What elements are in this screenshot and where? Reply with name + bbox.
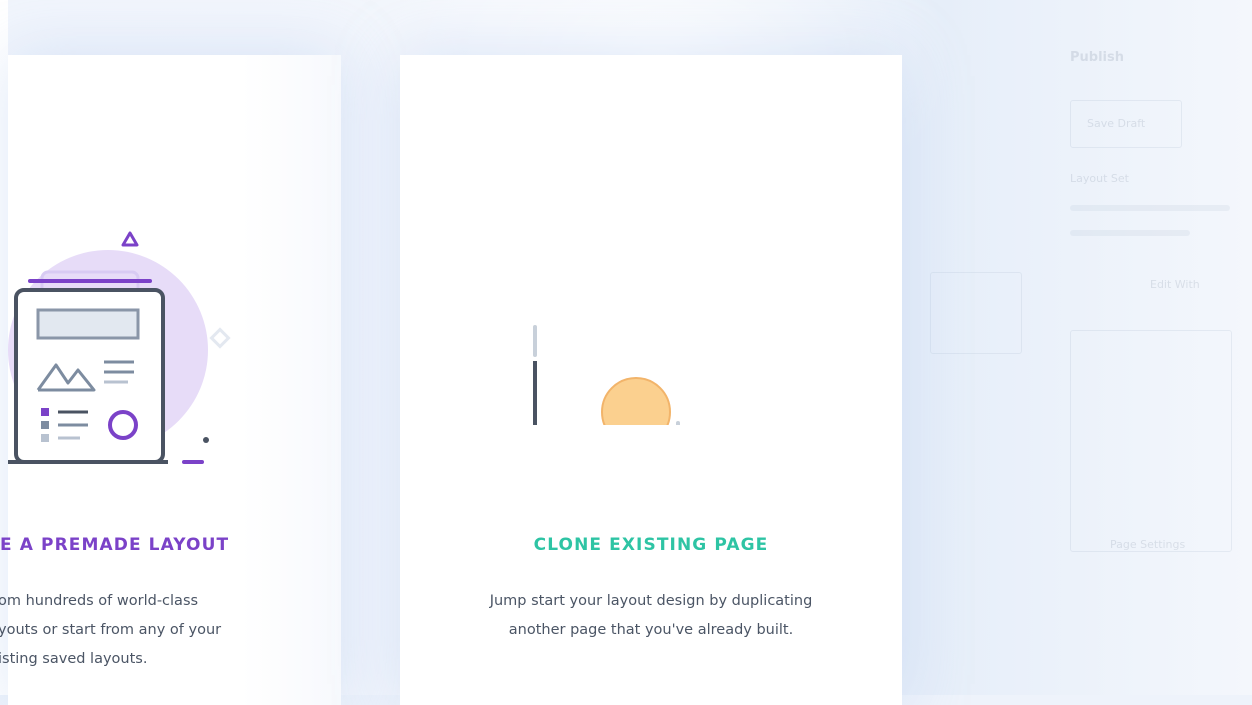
- premade-layout-title: E A PREMADE LAYOUT: [0, 535, 230, 555]
- description-line: isting saved layouts.: [0, 651, 148, 667]
- layout-document-icon: [8, 231, 231, 464]
- description-line: another page that you've already built.: [508, 622, 794, 638]
- description-line: youts or start from any of your: [0, 622, 222, 638]
- clone-existing-page-card[interactable]: CLONE EXISTING PAGE Jump start your layo…: [400, 55, 902, 705]
- premade-layout-description: om hundreds of world-class youts or star…: [0, 587, 328, 674]
- description-line: om hundreds of world-class: [0, 593, 199, 609]
- premade-layout-card[interactable]: E A PREMADE LAYOUT om hundreds of world-…: [0, 55, 341, 705]
- clone-existing-page-description: Jump start your layout design by duplica…: [400, 587, 902, 645]
- clone-chart-icon: [533, 325, 680, 425]
- clone-existing-page-title: CLONE EXISTING PAGE: [533, 535, 769, 555]
- description-line: Jump start your layout design by duplica…: [489, 593, 813, 609]
